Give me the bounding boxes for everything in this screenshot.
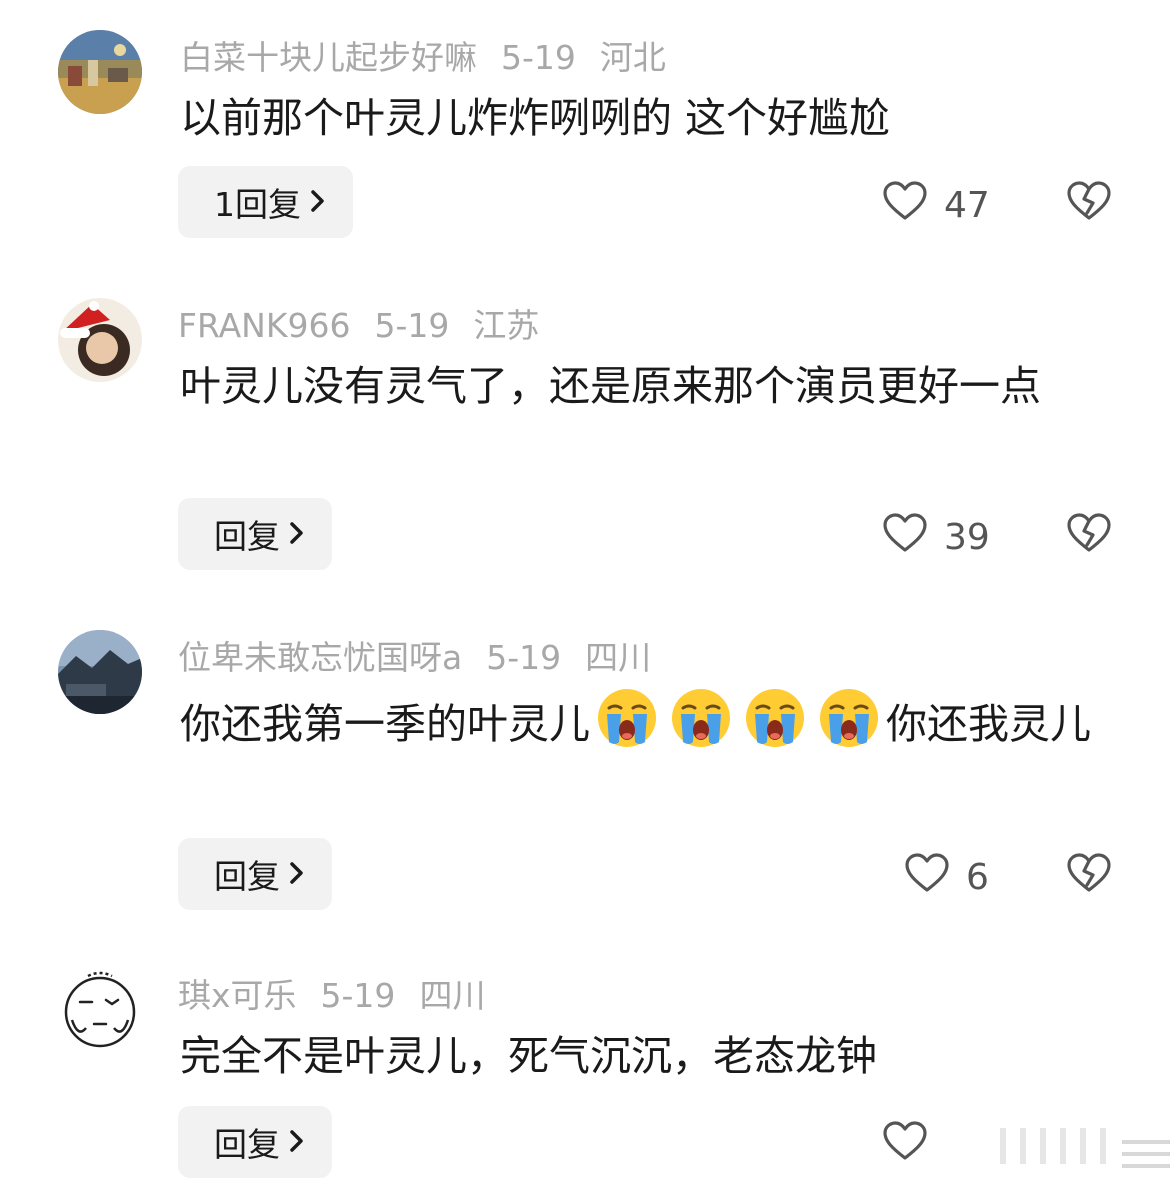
- heart-outline-icon: [904, 852, 966, 903]
- reply-label: 回复: [214, 857, 280, 896]
- watermark-lines: [1122, 1140, 1170, 1176]
- comment-date: 5-19: [320, 976, 396, 1015]
- username[interactable]: FRANK966: [178, 306, 350, 345]
- emoji-group: [590, 689, 886, 748]
- cartoon-face-avatar-image: [58, 968, 142, 1052]
- watermark-mark: [1000, 1128, 1106, 1164]
- avatar[interactable]: [58, 30, 142, 114]
- like-count: 47: [944, 185, 990, 226]
- crying-face-emoji: [820, 689, 878, 747]
- broken-heart-icon: [1066, 181, 1112, 226]
- landscape-avatar-image: [58, 30, 142, 114]
- crying-face-emoji: [598, 689, 656, 747]
- chevron-right-icon: [288, 1123, 306, 1162]
- heart-outline-icon: [882, 512, 944, 563]
- comment-meta: 位卑未敢忘忧国呀a 5-19 四川: [178, 638, 675, 678]
- chevron-right-icon: [288, 515, 306, 554]
- avatar[interactable]: [58, 298, 142, 382]
- username[interactable]: 白菜十块儿起步好嘛: [180, 38, 477, 77]
- broken-heart-icon: [1066, 853, 1112, 898]
- like-button[interactable]: 39: [882, 512, 990, 563]
- comment-date: 5-19: [501, 38, 576, 77]
- chevron-right-icon: [288, 855, 306, 894]
- comment-text: 叶灵儿没有灵气了，还是原来那个演员更好一点: [180, 362, 1041, 410]
- dislike-button[interactable]: [1066, 180, 1112, 226]
- comment-text: 完全不是叶灵儿，死气沉沉，老态龙钟: [180, 1032, 877, 1080]
- reply-button[interactable]: 1回复: [178, 166, 353, 238]
- crying-face-emoji: [746, 689, 804, 747]
- comment-location: 河北: [599, 38, 666, 77]
- comment-text-part: 你还我灵儿: [886, 700, 1091, 748]
- heart-outline-icon: [882, 180, 944, 231]
- chevron-right-icon: [309, 183, 327, 222]
- comment-date: 5-19: [486, 638, 562, 677]
- broken-heart-icon: [1066, 513, 1112, 558]
- reply-button[interactable]: 回复: [178, 1106, 332, 1178]
- avatar[interactable]: [58, 630, 142, 714]
- comment-date: 5-19: [374, 306, 450, 345]
- comment-text: 以前那个叶灵儿炸炸咧咧的 这个好尴尬: [180, 94, 891, 142]
- like-count: 6: [966, 857, 989, 898]
- like-button[interactable]: 47: [882, 180, 990, 231]
- reply-label: 回复: [214, 1125, 280, 1164]
- comment-meta: 琪x可乐 5-19 四川: [178, 976, 509, 1016]
- comment-text-part: 你还我第一季的叶灵儿: [180, 700, 590, 748]
- crying-face-emoji: [672, 689, 730, 747]
- comment-location: 江苏: [473, 306, 540, 345]
- comment-location: 四川: [419, 976, 486, 1015]
- reply-button[interactable]: 回复: [178, 498, 332, 570]
- comment-meta: FRANK966 5-19 江苏: [178, 306, 563, 346]
- dislike-button[interactable]: [1066, 852, 1112, 898]
- like-count: 39: [944, 517, 990, 558]
- reply-label: 1回复: [214, 185, 301, 224]
- comment-text: 你还我第一季的叶灵儿 你还我灵儿: [180, 686, 1110, 756]
- username[interactable]: 位卑未敢忘忧国呀a: [178, 638, 462, 677]
- username[interactable]: 琪x可乐: [178, 976, 297, 1015]
- like-button[interactable]: 6: [904, 852, 989, 903]
- dislike-button[interactable]: [1066, 512, 1112, 558]
- comment-meta: 白菜十块儿起步好嘛 5-19 河北: [180, 38, 690, 78]
- mountain-avatar-image: [58, 630, 142, 714]
- avatar[interactable]: [58, 968, 142, 1052]
- reply-button[interactable]: 回复: [178, 838, 332, 910]
- comment-location: 四川: [585, 638, 652, 677]
- santa-hat-avatar-image: [58, 298, 142, 382]
- reply-label: 回复: [214, 517, 280, 556]
